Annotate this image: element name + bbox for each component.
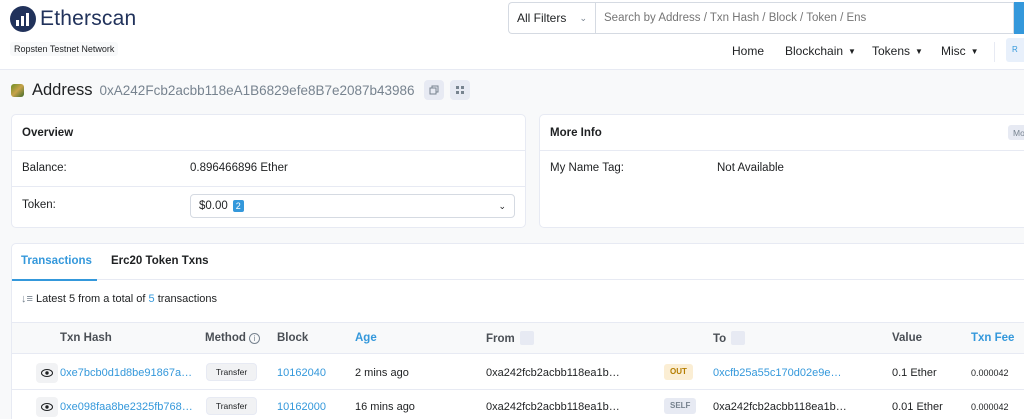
copy-icon	[429, 85, 439, 95]
direction-badge-self: SELF	[664, 398, 697, 414]
search-button[interactable]	[1014, 2, 1024, 34]
name-tag-value: Not Available	[717, 162, 784, 174]
txn-age: 2 mins ago	[355, 367, 409, 379]
balance-label: Balance:	[22, 162, 67, 174]
nav-home-label: Home	[732, 44, 765, 58]
etherscan-logo[interactable]: Etherscan	[10, 6, 136, 32]
filter-icon[interactable]	[519, 331, 534, 345]
col-from-label: From	[486, 333, 515, 346]
nav-blockchain[interactable]: Blockchain ▼	[785, 44, 856, 58]
copy-address-button[interactable]	[423, 80, 444, 100]
transactions-summary: ↓≡ Latest 5 from a total of 5 transactio…	[21, 293, 217, 305]
address-hash: 0xA242Fcb2acbb118eA1B6829efe8B7e2087b439…	[99, 82, 415, 98]
col-method-label: Method	[205, 332, 246, 344]
method-badge: Transfer	[206, 397, 257, 415]
summary-prefix: Latest 5 from a total of	[35, 293, 146, 305]
chevron-down-icon: ⌄	[498, 200, 506, 211]
more-button[interactable]: Mo	[1008, 125, 1024, 140]
summary-count-link[interactable]: 5	[149, 293, 155, 305]
nav-sign-in-button[interactable]: R	[1006, 38, 1024, 62]
to-address-link[interactable]: 0xcfb25a55c170d02e9e…	[713, 367, 841, 379]
col-block: Block	[277, 332, 309, 344]
from-address: 0xa242fcb2acbb118ea1b…	[486, 401, 620, 413]
site-header: Etherscan Ropsten Testnet Network All Fi…	[0, 0, 1024, 70]
token-holdings-dropdown[interactable]: $0.00 2 ⌄	[190, 194, 515, 218]
tab-transactions[interactable]: Transactions	[21, 255, 92, 267]
view-txn-button[interactable]	[36, 363, 58, 383]
sort-icon: ↓≡	[21, 293, 33, 305]
eye-icon	[41, 403, 53, 411]
chevron-down-icon: ▼	[970, 46, 979, 56]
info-icon[interactable]: i	[248, 333, 260, 344]
network-badge: Ropsten Testnet Network	[10, 42, 119, 56]
chevron-down-icon: ⌄	[579, 12, 587, 23]
txn-hash-link[interactable]: 0xe098faa8be2325fb768…	[60, 401, 193, 413]
more-info-card: More Info Mo My Name Tag: Not Available	[539, 114, 1024, 228]
active-tab-indicator	[12, 279, 97, 281]
txn-hash-link[interactable]: 0xe7bcb0d1d8be91867a…	[60, 367, 192, 379]
token-row: Token: $0.00 2 ⌄	[12, 187, 525, 223]
search-filter-label: All Filters	[517, 11, 567, 25]
logo-text: Etherscan	[40, 7, 137, 30]
overview-title: Overview	[12, 115, 525, 151]
from-address: 0xa242fcb2acbb118ea1b…	[486, 367, 620, 379]
nav-divider	[994, 42, 995, 62]
qr-code-icon	[455, 86, 464, 94]
search-input[interactable]	[595, 2, 1014, 34]
col-txn-hash: Txn Hash	[60, 332, 112, 344]
tab-erc20-token-txns[interactable]: Erc20 Token Txns	[111, 255, 209, 267]
more-info-title: More Info	[540, 115, 1024, 151]
txn-fee: 0.000042	[971, 402, 1009, 412]
view-txn-button[interactable]	[36, 397, 58, 417]
method-badge: Transfer	[206, 363, 257, 381]
chevron-down-icon: ▼	[848, 46, 856, 56]
nav-misc[interactable]: Misc ▼	[941, 44, 979, 58]
token-label: Token:	[22, 199, 56, 211]
block-link[interactable]: 10162040	[277, 367, 326, 379]
address-label: Address	[32, 80, 93, 99]
address-heading: Address 0xA242Fcb2acbb118eA1B6829efe8B7e…	[11, 80, 470, 100]
txn-value: 0.1 Ether	[892, 367, 937, 379]
summary-suffix: transactions	[157, 293, 217, 305]
col-txn-fee-toggle[interactable]: Txn Fee	[971, 332, 1014, 344]
col-from: From	[486, 331, 534, 346]
search-bar: All Filters ⌄	[508, 2, 1024, 34]
col-to-label: To	[713, 333, 727, 346]
nav-tokens-label: Tokens	[872, 44, 911, 58]
transactions-table-header: Txn Hash Method i Block Age From To Value…	[12, 322, 1024, 354]
etherscan-logo-icon	[10, 6, 36, 32]
col-age-toggle[interactable]: Age	[355, 332, 377, 344]
name-tag-row: My Name Tag: Not Available	[540, 151, 1024, 187]
direction-badge-out: OUT	[664, 364, 693, 380]
chevron-down-icon: ▼	[915, 46, 923, 56]
col-method: Method i	[205, 332, 260, 344]
nav-home[interactable]: Home	[732, 44, 764, 58]
filter-icon[interactable]	[731, 331, 746, 345]
transactions-card: Transactions Erc20 Token Txns ↓≡ Latest …	[11, 243, 1024, 419]
table-row: 0xe098faa8be2325fb768… Transfer 10162000…	[12, 390, 1024, 419]
overview-card: Overview Balance: 0.896466896 Ether Toke…	[11, 114, 526, 228]
nav-tokens[interactable]: Tokens ▼	[872, 44, 923, 58]
balance-row: Balance: 0.896466896 Ether	[12, 151, 525, 187]
txn-fee: 0.000042	[971, 368, 1009, 378]
token-value: $0.00	[199, 200, 228, 212]
table-row: 0xe7bcb0d1d8be91867a… Transfer 10162040 …	[12, 356, 1024, 390]
eye-icon	[41, 369, 53, 377]
to-address: 0xa242fcb2acbb118ea1b…	[713, 401, 847, 413]
qr-code-button[interactable]	[449, 80, 470, 100]
balance-value: 0.896466896 Ether	[190, 162, 288, 174]
nav-blockchain-label: Blockchain	[785, 44, 844, 58]
search-filter-select[interactable]: All Filters ⌄	[508, 2, 595, 34]
txn-age: 16 mins ago	[355, 401, 415, 413]
name-tag-label: My Name Tag:	[550, 162, 624, 174]
txn-value: 0.01 Ether	[892, 401, 943, 413]
nav-misc-label: Misc	[941, 44, 966, 58]
transactions-tabs: Transactions Erc20 Token Txns	[12, 244, 1024, 281]
col-value: Value	[892, 332, 923, 344]
block-link[interactable]: 10162000	[277, 401, 326, 413]
address-avatar	[11, 83, 24, 97]
token-count-badge: 2	[232, 200, 244, 212]
col-to: To	[713, 331, 746, 346]
